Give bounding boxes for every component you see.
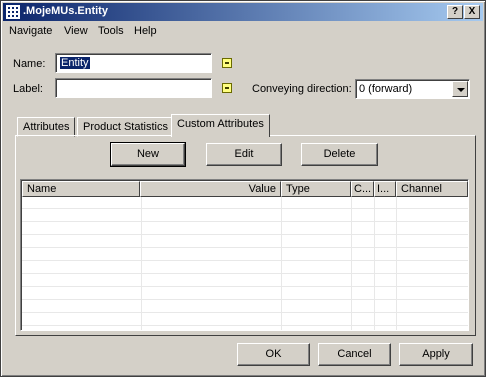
help-button[interactable]: ? — [447, 5, 463, 19]
name-field[interactable]: Entity — [55, 53, 212, 73]
apply-button[interactable]: Apply — [399, 343, 473, 366]
table-header: Name Value Type C... I... Channel — [22, 181, 468, 197]
table-row[interactable] — [22, 288, 468, 300]
label-label: Label: — [13, 83, 43, 95]
column-header-i[interactable]: I... — [374, 181, 396, 197]
column-header-value[interactable]: Value — [140, 181, 281, 197]
column-header-type[interactable]: Type — [281, 181, 351, 197]
new-button[interactable]: New — [110, 142, 186, 167]
menu-view[interactable]: View — [64, 25, 88, 37]
table-row[interactable] — [22, 301, 468, 313]
close-button[interactable]: X — [464, 5, 480, 19]
window-title: .MojeMUs.Entity — [23, 5, 108, 17]
delete-button[interactable]: Delete — [301, 143, 378, 166]
custom-attributes-table[interactable]: Name Value Type C... I... Channel — [20, 179, 469, 331]
app-grid-icon — [6, 5, 20, 19]
column-header-name[interactable]: Name — [22, 181, 140, 197]
edit-button[interactable]: Edit — [206, 143, 282, 166]
table-row[interactable] — [22, 249, 468, 261]
name-label: Name: — [13, 58, 46, 70]
table-row[interactable] — [22, 262, 468, 274]
table-row[interactable] — [22, 314, 468, 326]
menu-navigate[interactable]: Navigate — [9, 25, 52, 37]
name-inherit-icon[interactable] — [222, 58, 232, 68]
table-row[interactable] — [22, 210, 468, 222]
direction-value: 0 (forward) — [359, 83, 413, 95]
title-bar[interactable]: .MojeMUs.Entity ? X — [3, 3, 483, 21]
label-inherit-icon[interactable] — [222, 83, 232, 93]
direction-label: Conveying direction: — [252, 83, 352, 95]
tab-product-statistics[interactable]: Product Statistics — [77, 117, 174, 137]
tab-attributes[interactable]: Attributes — [17, 117, 76, 137]
direction-select[interactable]: 0 (forward) — [355, 79, 470, 99]
tab-custom-attributes[interactable]: Custom Attributes — [171, 114, 270, 137]
name-value: Entity — [60, 57, 90, 69]
cancel-button[interactable]: Cancel — [318, 343, 391, 366]
label-field[interactable] — [55, 78, 212, 98]
menu-help[interactable]: Help — [134, 25, 157, 37]
table-row[interactable] — [22, 236, 468, 248]
menu-tools[interactable]: Tools — [98, 25, 124, 37]
column-header-channel[interactable]: Channel — [396, 181, 468, 197]
entity-dialog: .MojeMUs.Entity ? X Navigate View Tools … — [0, 0, 486, 377]
table-row[interactable] — [22, 275, 468, 287]
ok-button[interactable]: OK — [237, 343, 310, 366]
menu-bar: Navigate View Tools Help — [3, 22, 483, 41]
chevron-down-icon[interactable] — [452, 81, 468, 97]
table-row[interactable] — [22, 197, 468, 209]
column-header-c[interactable]: C... — [351, 181, 374, 197]
table-row[interactable] — [22, 223, 468, 235]
